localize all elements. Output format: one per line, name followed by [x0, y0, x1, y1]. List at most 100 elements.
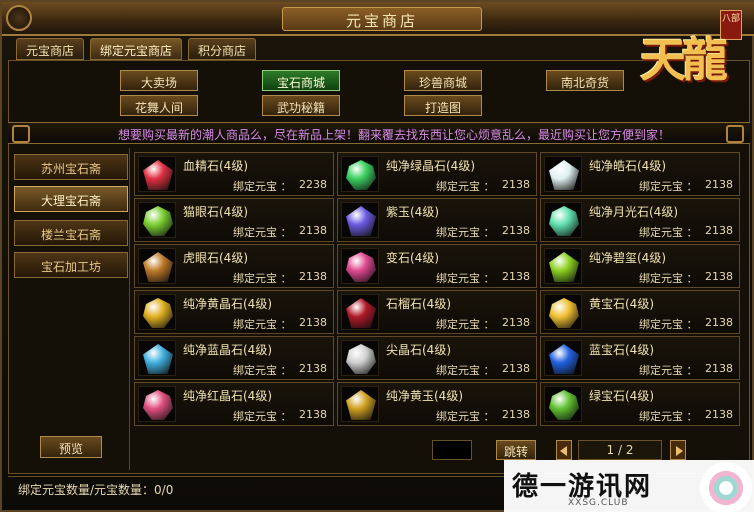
gem-slot — [341, 340, 379, 376]
category-bazaar[interactable]: 大卖场 — [120, 70, 198, 91]
gem-slot — [544, 294, 582, 330]
page-input[interactable] — [432, 440, 472, 460]
garnet-icon — [346, 298, 376, 328]
promo-banner: 想要购买最新的潮人商品么，尽在新品上架！翻来覆去找东西让您心烦意乱么，最近购买让… — [8, 122, 750, 144]
price-label: 绑定元宝 ： — [436, 318, 495, 331]
banner-text: 想要购买最新的潮人商品么，尽在新品上架！翻来覆去找东西让您心烦意乱么，最近购买让… — [118, 128, 671, 142]
corner-ornament-icon — [6, 5, 32, 31]
alexandrite-icon — [346, 252, 376, 282]
item-price: 2138 — [705, 408, 733, 421]
price-label: 绑定元宝 ： — [436, 180, 495, 193]
category-flowers[interactable]: 花舞人间 — [120, 95, 198, 116]
price-label: 绑定元宝 ： — [233, 226, 292, 239]
item-card[interactable]: 纯净蓝晶石(4级) 绑定元宝 ： 2138 — [134, 336, 334, 380]
gem-slot — [341, 386, 379, 422]
category-gem-mall[interactable]: 宝石商城 — [262, 70, 340, 91]
item-card[interactable]: 纯净绿晶石(4级) 绑定元宝 ： 2138 — [337, 152, 537, 196]
gem-slot — [544, 386, 582, 422]
shop-dali[interactable]: 大理宝石斋 — [14, 186, 128, 212]
item-price: 2138 — [299, 316, 327, 329]
gem-slot — [341, 202, 379, 238]
item-card[interactable]: 血精石(4级) 绑定元宝 ： 2238 — [134, 152, 334, 196]
shop-loulan[interactable]: 楼兰宝石斋 — [14, 220, 128, 246]
moonstone-icon — [549, 206, 579, 236]
logo-text: 天龍 — [640, 33, 728, 87]
yellow-crystal-icon — [143, 298, 173, 328]
gem-slot — [138, 340, 176, 376]
gem-slot — [138, 294, 176, 330]
item-price: 2138 — [705, 270, 733, 283]
item-name: 纯净黄晶石(4级) — [183, 297, 272, 311]
preview-button[interactable]: 预览 — [40, 436, 102, 458]
item-name: 虎眼石(4级) — [183, 251, 248, 265]
item-card[interactable]: 绿宝石(4级) 绑定元宝 ： 2138 — [540, 382, 740, 426]
knot-ornament-icon — [726, 125, 744, 143]
item-card[interactable]: 蓝宝石(4级) 绑定元宝 ： 2138 — [540, 336, 740, 380]
jump-button[interactable]: 跳转 — [496, 440, 536, 460]
item-card[interactable]: 纯净黄玉(4级) 绑定元宝 ： 2138 — [337, 382, 537, 426]
blue-crystal-icon — [143, 344, 173, 374]
category-exotic-goods[interactable]: 南北奇货 — [546, 70, 624, 91]
item-price: 2138 — [502, 178, 530, 191]
gem-slot — [138, 202, 176, 238]
price-label: 绑定元宝 ： — [233, 272, 292, 285]
prev-page-icon[interactable] — [556, 440, 572, 460]
item-card[interactable]: 纯净月光石(4级) 绑定元宝 ： 2138 — [540, 198, 740, 242]
item-name: 紫玉(4级) — [386, 205, 439, 219]
shop-list: 苏州宝石斋 大理宝石斋 楼兰宝石斋 宝石加工坊 预览 — [10, 148, 130, 470]
item-name: 黄宝石(4级) — [589, 297, 654, 311]
item-name: 纯净月光石(4级) — [589, 205, 678, 219]
item-card[interactable]: 变石(4级) 绑定元宝 ： 2138 — [337, 244, 537, 288]
category-martial-books[interactable]: 武功秘籍 — [262, 95, 340, 116]
watermark-domain: XXSG.CLUB — [568, 498, 629, 508]
item-card[interactable]: 纯净黄晶石(4级) 绑定元宝 ： 2138 — [134, 290, 334, 334]
item-name: 纯净红晶石(4级) — [183, 389, 272, 403]
shop-gem-workshop[interactable]: 宝石加工坊 — [14, 252, 128, 278]
watermark: 德一游讯网 XXSG.CLUB — [504, 460, 754, 512]
item-name: 变石(4级) — [386, 251, 439, 265]
category-crafting-plans[interactable]: 打造图 — [404, 95, 482, 116]
item-card[interactable]: 虎眼石(4级) 绑定元宝 ： 2138 — [134, 244, 334, 288]
item-card[interactable]: 石榴石(4级) 绑定元宝 ： 2138 — [337, 290, 537, 334]
item-price: 2138 — [705, 362, 733, 375]
yellow-jade-icon — [346, 390, 376, 420]
item-card[interactable]: 纯净皓石(4级) 绑定元宝 ： 2138 — [540, 152, 740, 196]
price-label: 绑定元宝 ： — [639, 318, 698, 331]
category-pet-mall[interactable]: 珍兽商城 — [404, 70, 482, 91]
item-name: 石榴石(4级) — [386, 297, 451, 311]
item-name: 纯净蓝晶石(4级) — [183, 343, 272, 357]
item-card[interactable]: 纯净红晶石(4级) 绑定元宝 ： 2138 — [134, 382, 334, 426]
gem-slot — [341, 248, 379, 284]
price-label: 绑定元宝 ： — [436, 226, 495, 239]
white-gem-icon — [549, 160, 579, 190]
item-grid: 血精石(4级) 绑定元宝 ： 2238 纯净绿晶石(4级) 绑定元宝 ： 2138 纯净皓石… — [134, 152, 744, 432]
price-label: 绑定元宝 ： — [639, 410, 698, 423]
tiger-eye-icon — [143, 252, 173, 282]
item-name: 猫眼石(4级) — [183, 205, 248, 219]
item-name: 纯净皓石(4级) — [589, 159, 666, 173]
item-price: 2138 — [299, 362, 327, 375]
item-card[interactable]: 猫眼石(4级) 绑定元宝 ： 2138 — [134, 198, 334, 242]
item-card[interactable]: 尖晶石(4级) 绑定元宝 ： 2138 — [337, 336, 537, 380]
tab-yuanbao-shop[interactable]: 元宝商店 — [16, 38, 85, 60]
item-price: 2138 — [299, 270, 327, 283]
item-name: 纯净黄玉(4级) — [386, 389, 463, 403]
gem-slot — [138, 386, 176, 422]
item-card[interactable]: 纯净碧玺(4级) 绑定元宝 ： 2138 — [540, 244, 740, 288]
item-price: 2138 — [502, 316, 530, 329]
shop-suzhou[interactable]: 苏州宝石斋 — [14, 154, 128, 180]
price-label: 绑定元宝 ： — [436, 364, 495, 377]
shop-window: 元宝商店 元宝商店 绑定元宝商店 积分商店 大卖场 宝石商城 珍兽商城 南北奇货… — [0, 0, 754, 512]
tab-bound-yuanbao-shop[interactable]: 绑定元宝商店 — [90, 38, 183, 60]
next-page-icon[interactable] — [670, 440, 686, 460]
page-indicator: 1 / 2 — [578, 440, 662, 460]
tab-points-shop[interactable]: 积分商店 — [188, 38, 257, 60]
price-label: 绑定元宝 ： — [233, 180, 292, 193]
item-card[interactable]: 黄宝石(4级) 绑定元宝 ： 2138 — [540, 290, 740, 334]
gem-slot — [138, 248, 176, 284]
red-crystal-icon — [143, 390, 173, 420]
green-crystal-icon — [346, 160, 376, 190]
purple-jade-icon — [346, 206, 376, 236]
item-card[interactable]: 紫玉(4级) 绑定元宝 ： 2138 — [337, 198, 537, 242]
green-cateye-icon — [143, 206, 173, 236]
